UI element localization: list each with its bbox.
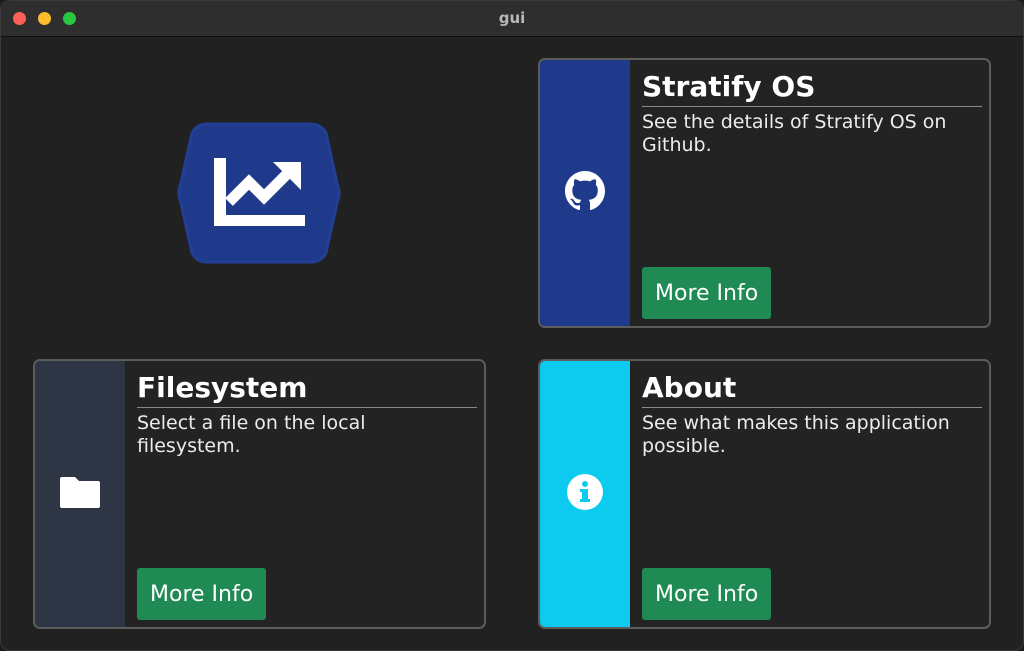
more-info-button[interactable]: More Info (137, 568, 267, 620)
app-logo (177, 120, 341, 266)
app-window: gui Stratify OS See the details of Strat… (0, 0, 1024, 651)
card-icon-panel (540, 361, 630, 627)
card-description: See the details of Stratify OS on Github… (642, 111, 947, 156)
card-body: Stratify OS See the details of Stratify … (642, 60, 982, 326)
title-bar: gui (1, 1, 1023, 37)
about-card: About See what makes this application po… (538, 359, 991, 629)
card-title: Filesystem (137, 371, 477, 408)
card-body: About See what makes this application po… (642, 361, 982, 627)
card-body: Filesystem Select a file on the local fi… (137, 361, 477, 627)
card-description: Select a file on the local filesystem. (137, 412, 366, 457)
card-icon-panel (35, 361, 125, 627)
github-icon (565, 171, 605, 215)
folder-icon (59, 475, 101, 513)
filesystem-card: Filesystem Select a file on the local fi… (33, 359, 486, 629)
more-info-button[interactable]: More Info (642, 568, 772, 620)
card-title: About (642, 371, 982, 408)
window-title: gui (498, 9, 526, 27)
stratify-os-card: Stratify OS See the details of Stratify … (538, 58, 991, 328)
card-title: Stratify OS (642, 70, 982, 107)
trending-up-chart-icon (177, 122, 341, 264)
card-icon-panel (540, 60, 630, 326)
card-description: See what makes this application possible… (642, 412, 950, 457)
info-icon (566, 473, 604, 515)
more-info-button[interactable]: More Info (642, 267, 772, 319)
